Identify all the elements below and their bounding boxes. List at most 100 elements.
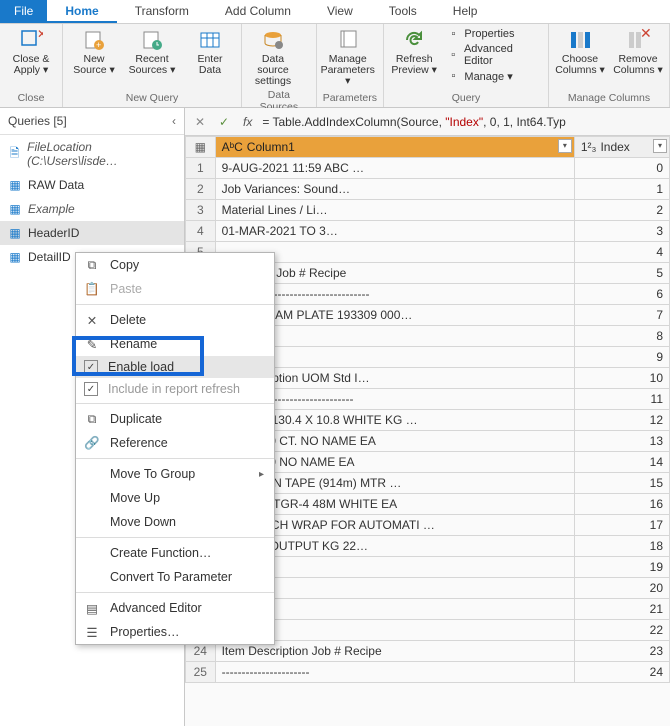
menu-item-reference[interactable]: 🔗Reference [76,431,274,455]
menu-item-copy[interactable]: ⧉Copy [76,253,274,277]
collapse-pane-icon[interactable]: ‹ [172,114,176,128]
cell-index[interactable]: 4 [574,242,669,263]
file-menu[interactable]: File [0,0,47,23]
menu-item-paste: 📋Paste [76,277,274,301]
checkbox-icon: ✓ [84,360,98,374]
query-icon: ▦ [8,202,22,216]
properties-button[interactable]: ▫Properties [446,27,542,41]
cell-index[interactable]: 21 [574,599,669,620]
queries-title: Queries [5] [8,114,67,128]
query-icon: 🗎 [8,147,21,161]
query-item-header-id[interactable]: ▦HeaderID [0,221,184,245]
cell-index[interactable]: 19 [574,557,669,578]
close-apply-button[interactable]: ✕Close &Apply ▾ [6,27,56,76]
cell-index[interactable]: 8 [574,326,669,347]
column-header-index[interactable]: 1²₃ Index ▾ [574,137,669,158]
cell-column1[interactable]: ---------------------- [215,662,574,683]
formula-text[interactable]: = Table.AddIndexColumn(Source, "Index", … [262,115,664,129]
cell-column1[interactable]: Material Lines / Li… [215,200,574,221]
cell-index[interactable]: 11 [574,389,669,410]
menu-item-delete[interactable]: ✕Delete [76,308,274,332]
cell-index[interactable]: 13 [574,431,669,452]
cell-index[interactable]: 12 [574,410,669,431]
cell-index[interactable]: 18 [574,536,669,557]
cell-index[interactable]: 1 [574,179,669,200]
recent-sources-button[interactable]: RecentSources ▾ [127,27,177,76]
menu-tab-tools[interactable]: Tools [371,0,435,23]
cell-index[interactable]: 14 [574,452,669,473]
table-row[interactable]: 3Material Lines / Li…2 [186,200,670,221]
cell-index[interactable]: 5 [574,263,669,284]
table-row[interactable]: 19-AUG-2021 11:59 ABC …0 [186,158,670,179]
advanced-editor-button[interactable]: ▫Advanced Editor [446,43,542,67]
menu-item-include-in-report-refresh[interactable]: ✓Include in report refresh [76,378,274,400]
blank-icon [84,514,100,530]
new-source-button[interactable]: +NewSource ▾ [69,27,119,76]
row-number[interactable]: 25 [186,662,216,683]
cell-index[interactable]: 9 [574,347,669,368]
menu-tab-view[interactable]: View [309,0,371,23]
type-icon: AᵇC [222,140,243,154]
menu-tab-help[interactable]: Help [435,0,496,23]
blank-icon [84,545,100,561]
table-row[interactable]: 401-MAR-2021 TO 3…3 [186,221,670,242]
manage-button[interactable]: ▫Manage ▾ [446,69,542,83]
cell-index[interactable]: 15 [574,473,669,494]
choose-columns-icon [567,27,593,53]
table-corner[interactable]: ▦ [186,137,216,158]
confirm-icon[interactable]: ✓ [215,115,233,129]
menu-tab-transform[interactable]: Transform [117,0,207,23]
cell-index[interactable]: 3 [574,221,669,242]
cell-column1[interactable]: Job Variances: Sound… [215,179,574,200]
choose-columns-button[interactable]: ChooseColumns ▾ [555,27,605,76]
cell-index[interactable]: 10 [574,368,669,389]
group-label: Close [6,90,56,107]
cell-column1[interactable]: 01-MAR-2021 TO 3… [215,221,574,242]
fx-label: fx [239,115,256,129]
menu-item-create-function[interactable]: Create Function… [76,541,274,565]
enter-data-button[interactable]: EnterData [185,27,235,76]
row-number[interactable]: 1 [186,158,216,179]
cell-index[interactable]: 6 [574,284,669,305]
cancel-icon[interactable]: ✕ [191,115,209,129]
menu-item-advanced-editor[interactable]: ▤Advanced Editor [76,596,274,620]
data-source-settings-button[interactable]: Data sourcesettings [248,27,298,87]
menu-item-move-to-group[interactable]: Move To Group▸ [76,462,274,486]
column1-dropdown-icon[interactable]: ▾ [558,139,572,153]
column-header-column1[interactable]: AᵇC Column1 ▾ [215,137,574,158]
menu-item-move-up[interactable]: Move Up [76,486,274,510]
cell-index[interactable]: 22 [574,620,669,641]
cell-index[interactable]: 24 [574,662,669,683]
index-dropdown-icon[interactable]: ▾ [653,139,667,153]
menu-item-duplicate[interactable]: ⧉Duplicate [76,407,274,431]
menu-item-rename[interactable]: ✎Rename [76,332,274,356]
query-item-example[interactable]: ▦Example [0,197,184,221]
cell-index[interactable]: 23 [574,641,669,662]
menu-item-move-down[interactable]: Move Down [76,510,274,534]
cell-column1[interactable]: 9-AUG-2021 11:59 ABC … [215,158,574,179]
cell-index[interactable]: 20 [574,578,669,599]
advanced-editor-icon: ▫ [446,48,460,62]
cell-index[interactable]: 17 [574,515,669,536]
refresh-preview-button[interactable]: RefreshPreview ▾ [390,27,438,76]
row-number[interactable]: 2 [186,179,216,200]
query-item-raw-data[interactable]: ▦RAW Data [0,173,184,197]
query-item-file-location[interactable]: 🗎FileLocation (C:\Users\lisde… [0,135,184,173]
row-number[interactable]: 4 [186,221,216,242]
menu-tab-home[interactable]: Home [47,0,116,23]
manage-parameters-button[interactable]: ManageParameters ▾ [323,27,373,87]
menu-item-properties[interactable]: ☰Properties… [76,620,274,644]
menu-tab-add-column[interactable]: Add Column [207,0,309,23]
menu-item-enable-load[interactable]: ✓Enable load [76,356,274,378]
cell-index[interactable]: 16 [574,494,669,515]
table-row[interactable]: 2Job Variances: Sound…1 [186,179,670,200]
menu-item-convert-to-parameter[interactable]: Convert To Parameter [76,565,274,589]
row-number[interactable]: 3 [186,200,216,221]
remove-columns-button[interactable]: ✕RemoveColumns ▾ [613,27,663,76]
cell-index[interactable]: 0 [574,158,669,179]
adv-icon: ▤ [84,600,100,616]
table-row[interactable]: 25----------------------24 [186,662,670,683]
cell-index[interactable]: 7 [574,305,669,326]
formula-bar: ✕ ✓ fx = Table.AddIndexColumn(Source, "I… [185,108,670,136]
cell-index[interactable]: 2 [574,200,669,221]
